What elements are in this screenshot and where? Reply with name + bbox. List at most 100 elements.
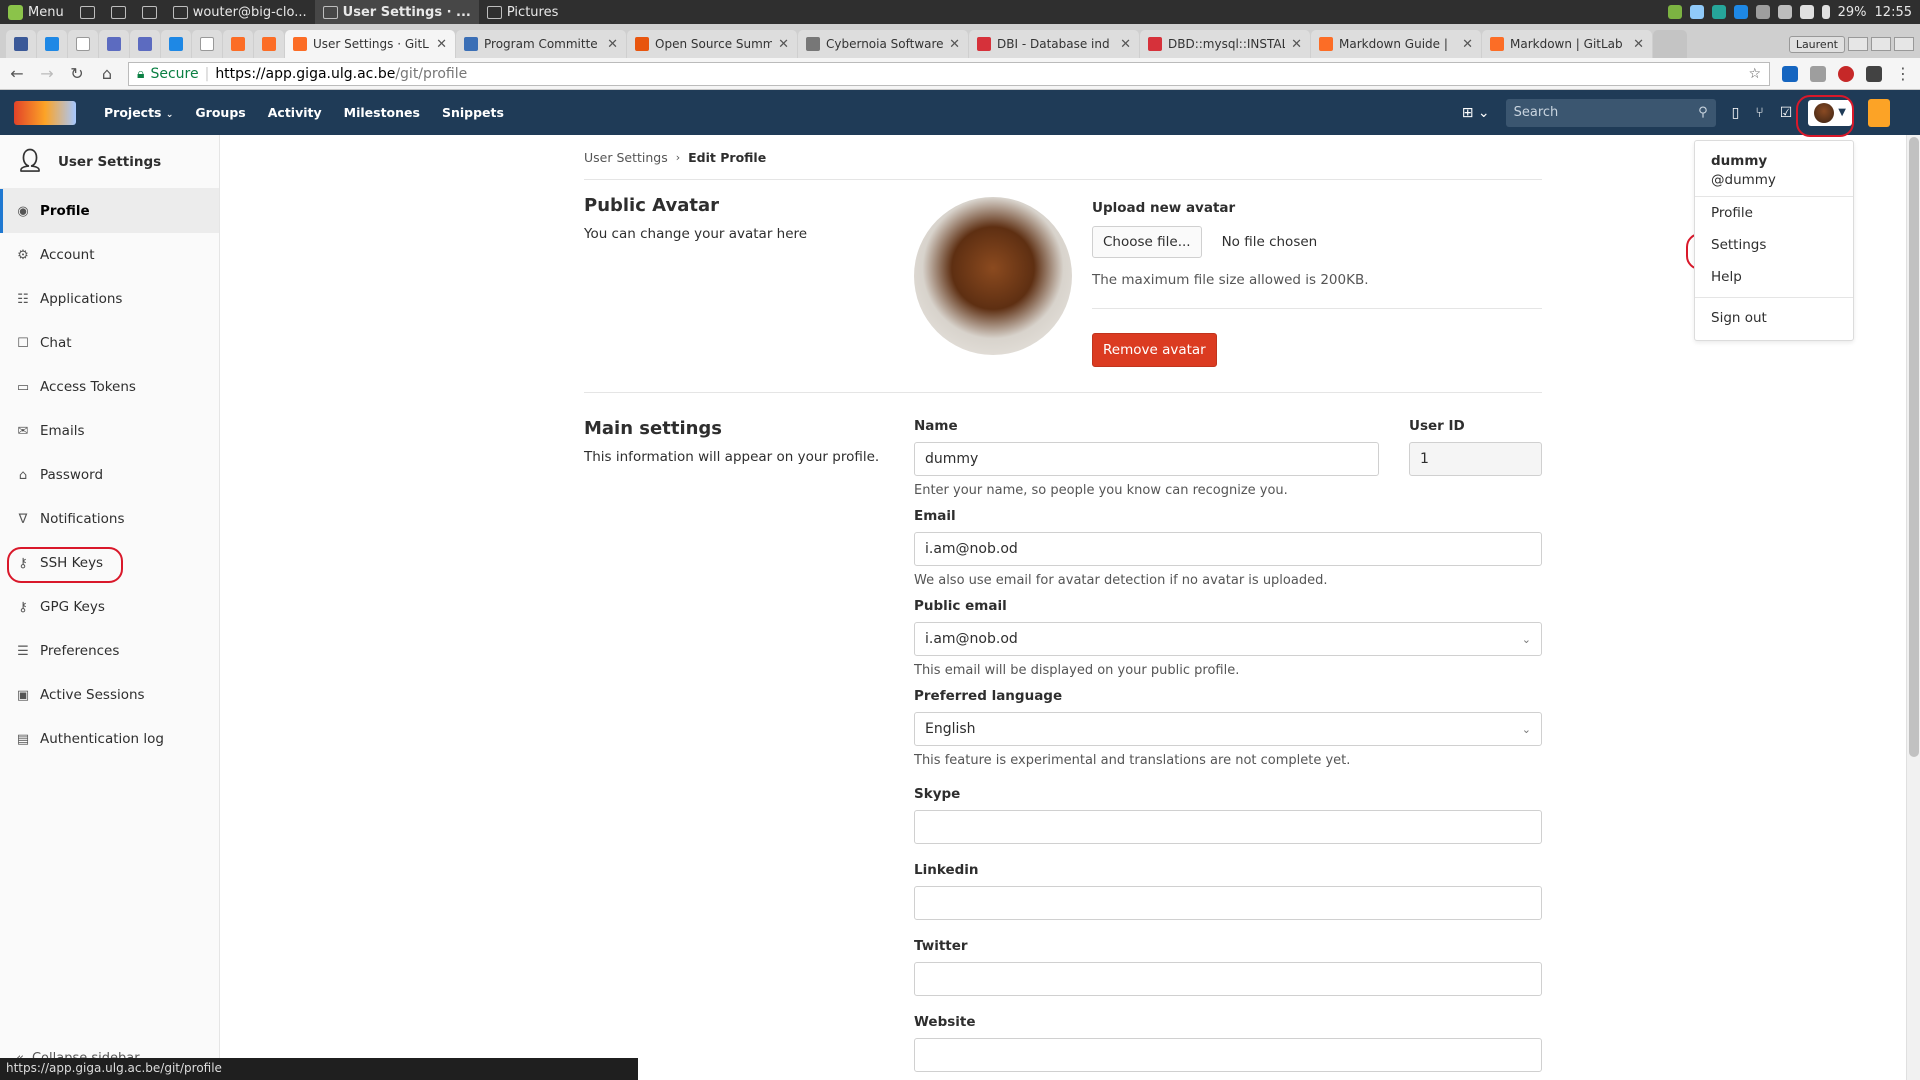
browser-profile-chip[interactable]: Laurent [1788, 35, 1845, 53]
todos-icon[interactable]: ☑ [1780, 105, 1793, 121]
website-field[interactable] [914, 1038, 1542, 1072]
breadcrumb-parent[interactable]: User Settings [584, 150, 668, 165]
dropdown-item-settings[interactable]: Settings [1695, 229, 1853, 261]
clock[interactable]: 12:55 [1875, 5, 1912, 20]
linkedin-field[interactable] [914, 886, 1542, 920]
nav-groups[interactable]: Groups [195, 105, 245, 120]
sidebar-item-active-sessions[interactable]: ▣ Active Sessions [0, 673, 219, 717]
home-icon[interactable]: ⌂ [98, 64, 116, 83]
forward-arrow-icon[interactable]: → [38, 64, 56, 83]
nav-projects[interactable]: Projects ⌄ [104, 105, 173, 120]
browser-tab[interactable]: DBD::mysql::INSTAL ✕ [1140, 30, 1310, 58]
monitor-icon: ▣ [16, 687, 30, 703]
gitlab-logo[interactable] [14, 100, 76, 125]
taskbar-window-pictures[interactable]: Pictures [479, 0, 566, 24]
pinned-tab[interactable] [192, 30, 222, 58]
close-tab-icon[interactable]: ✕ [1120, 37, 1131, 52]
back-arrow-icon[interactable]: ← [8, 64, 26, 83]
sidebar-item-gpg-keys[interactable]: ⚷ GPG Keys [0, 585, 219, 629]
browser-tab[interactable]: Cybernoia Software ✕ [798, 30, 968, 58]
pinned-tab[interactable] [68, 30, 98, 58]
taskbar-window-browser[interactable]: User Settings · ... [314, 0, 479, 24]
email-field[interactable]: i.am@nob.od [914, 532, 1542, 566]
sidebar-item-authentication-log[interactable]: ▤ Authentication log [0, 717, 219, 761]
bluetooth-tray-icon[interactable] [1689, 5, 1704, 19]
name-field[interactable]: dummy [914, 442, 1379, 476]
browser-tab[interactable]: DBI - Database ind ✕ [969, 30, 1139, 58]
extension-timer-icon[interactable] [1810, 65, 1826, 82]
terminal-launcher-icon[interactable] [134, 0, 165, 24]
pinned-tab[interactable] [130, 30, 160, 58]
browser-tab-active[interactable]: User Settings · GitL ✕ [285, 30, 455, 58]
pinned-tab[interactable] [99, 30, 129, 58]
browser-tab[interactable]: Open Source Summ ✕ [627, 30, 797, 58]
pinned-tab[interactable] [6, 30, 36, 58]
new-tab-button[interactable] [1653, 30, 1687, 58]
browser-tab[interactable]: Markdown Guide | ✕ [1311, 30, 1481, 58]
dropdown-item-sign-out[interactable]: Sign out [1695, 302, 1853, 334]
nav-activity[interactable]: Activity [268, 105, 322, 120]
show-desktop-icon[interactable] [72, 0, 103, 24]
nav-snippets[interactable]: Snippets [442, 105, 504, 120]
close-tab-icon[interactable]: ✕ [436, 37, 447, 52]
maximize-window-icon[interactable] [1871, 37, 1891, 51]
breadcrumb-current[interactable]: Edit Profile [688, 150, 766, 165]
os-menu-button[interactable]: Menu [0, 0, 72, 24]
dropdown-item-help[interactable]: Help [1695, 261, 1853, 293]
skype-field[interactable] [914, 810, 1542, 844]
intel-tray-icon[interactable] [1733, 5, 1748, 19]
close-tab-icon[interactable]: ✕ [1291, 37, 1302, 52]
extension-ublock-icon[interactable] [1838, 65, 1854, 82]
sidebar-item-preferences[interactable]: ☰ Preferences [0, 629, 219, 673]
sidebar-item-password[interactable]: ⌂ Password [0, 453, 219, 497]
shield-tray-icon[interactable] [1667, 5, 1682, 19]
sidebar-item-applications[interactable]: ☷ Applications [0, 277, 219, 321]
dropdown-item-profile[interactable]: Profile [1695, 197, 1853, 229]
pinned-tab[interactable] [223, 30, 253, 58]
twitter-field[interactable] [914, 962, 1542, 996]
sidebar-item-access-tokens[interactable]: ▭ Access Tokens [0, 365, 219, 409]
nav-milestones[interactable]: Milestones [344, 105, 420, 120]
close-tab-icon[interactable]: ✕ [1462, 37, 1473, 52]
language-select[interactable]: English ⌄ [914, 712, 1542, 746]
pinned-tab[interactable] [37, 30, 67, 58]
sidebar-item-chat[interactable]: ☐ Chat [0, 321, 219, 365]
remove-avatar-button[interactable]: Remove avatar [1092, 333, 1217, 367]
emails-icon: ✉ [17, 423, 29, 439]
browser-tab[interactable]: Markdown | GitLab ✕ [1482, 30, 1652, 58]
extension-s-icon[interactable] [1866, 65, 1882, 82]
bookmark-star-icon[interactable]: ☆ [1748, 66, 1761, 82]
close-tab-icon[interactable]: ✕ [607, 37, 618, 52]
close-tab-icon[interactable]: ✕ [949, 37, 960, 52]
public-email-select[interactable]: i.am@nob.od ⌄ [914, 622, 1542, 656]
issues-icon[interactable]: ▯ [1732, 105, 1740, 121]
merge-requests-icon[interactable]: ⑂ [1755, 105, 1763, 121]
sidebar-item-profile[interactable]: ◉ Profile [0, 189, 219, 233]
url-bar[interactable]: 🔒︎ Secure | https://app.giga.ulg.ac.be/g… [128, 61, 1770, 86]
close-tab-icon[interactable]: ✕ [1633, 37, 1644, 52]
file-manager-icon[interactable] [103, 0, 134, 24]
user-tray-icon[interactable] [1777, 5, 1792, 19]
browser-tab[interactable]: Program Committe ✕ [456, 30, 626, 58]
sidebar-item-notifications[interactable]: ∇ Notifications [0, 497, 219, 541]
page-scrollbar[interactable] [1906, 135, 1920, 1080]
close-window-icon[interactable] [1894, 37, 1914, 51]
close-tab-icon[interactable]: ✕ [778, 37, 789, 52]
update-tray-icon[interactable] [1755, 5, 1770, 19]
sidebar-item-emails[interactable]: ✉ Emails [0, 409, 219, 453]
minimize-window-icon[interactable] [1848, 37, 1868, 51]
sidebar-item-account[interactable]: ⚙ Account [0, 233, 219, 277]
scrollbar-thumb[interactable] [1909, 137, 1919, 757]
wifi-tray-icon[interactable] [1799, 5, 1814, 19]
pinned-tab[interactable] [161, 30, 191, 58]
gitlab-fox-icon[interactable] [1868, 98, 1890, 127]
browser-menu-icon[interactable]: ⋮ [1894, 64, 1912, 83]
app-tray-icon[interactable] [1711, 5, 1726, 19]
taskbar-window-terminal[interactable]: wouter@big-clo... [165, 0, 315, 24]
choose-file-button[interactable]: Choose file... [1092, 226, 1202, 258]
new-item-plus-icon[interactable]: ⊞ ⌄ [1462, 105, 1490, 121]
reload-icon[interactable]: ↻ [68, 64, 86, 83]
extension-mail-icon[interactable] [1782, 65, 1798, 82]
pinned-tab[interactable] [254, 30, 284, 58]
search-input[interactable]: Search ⚲ [1505, 98, 1716, 127]
